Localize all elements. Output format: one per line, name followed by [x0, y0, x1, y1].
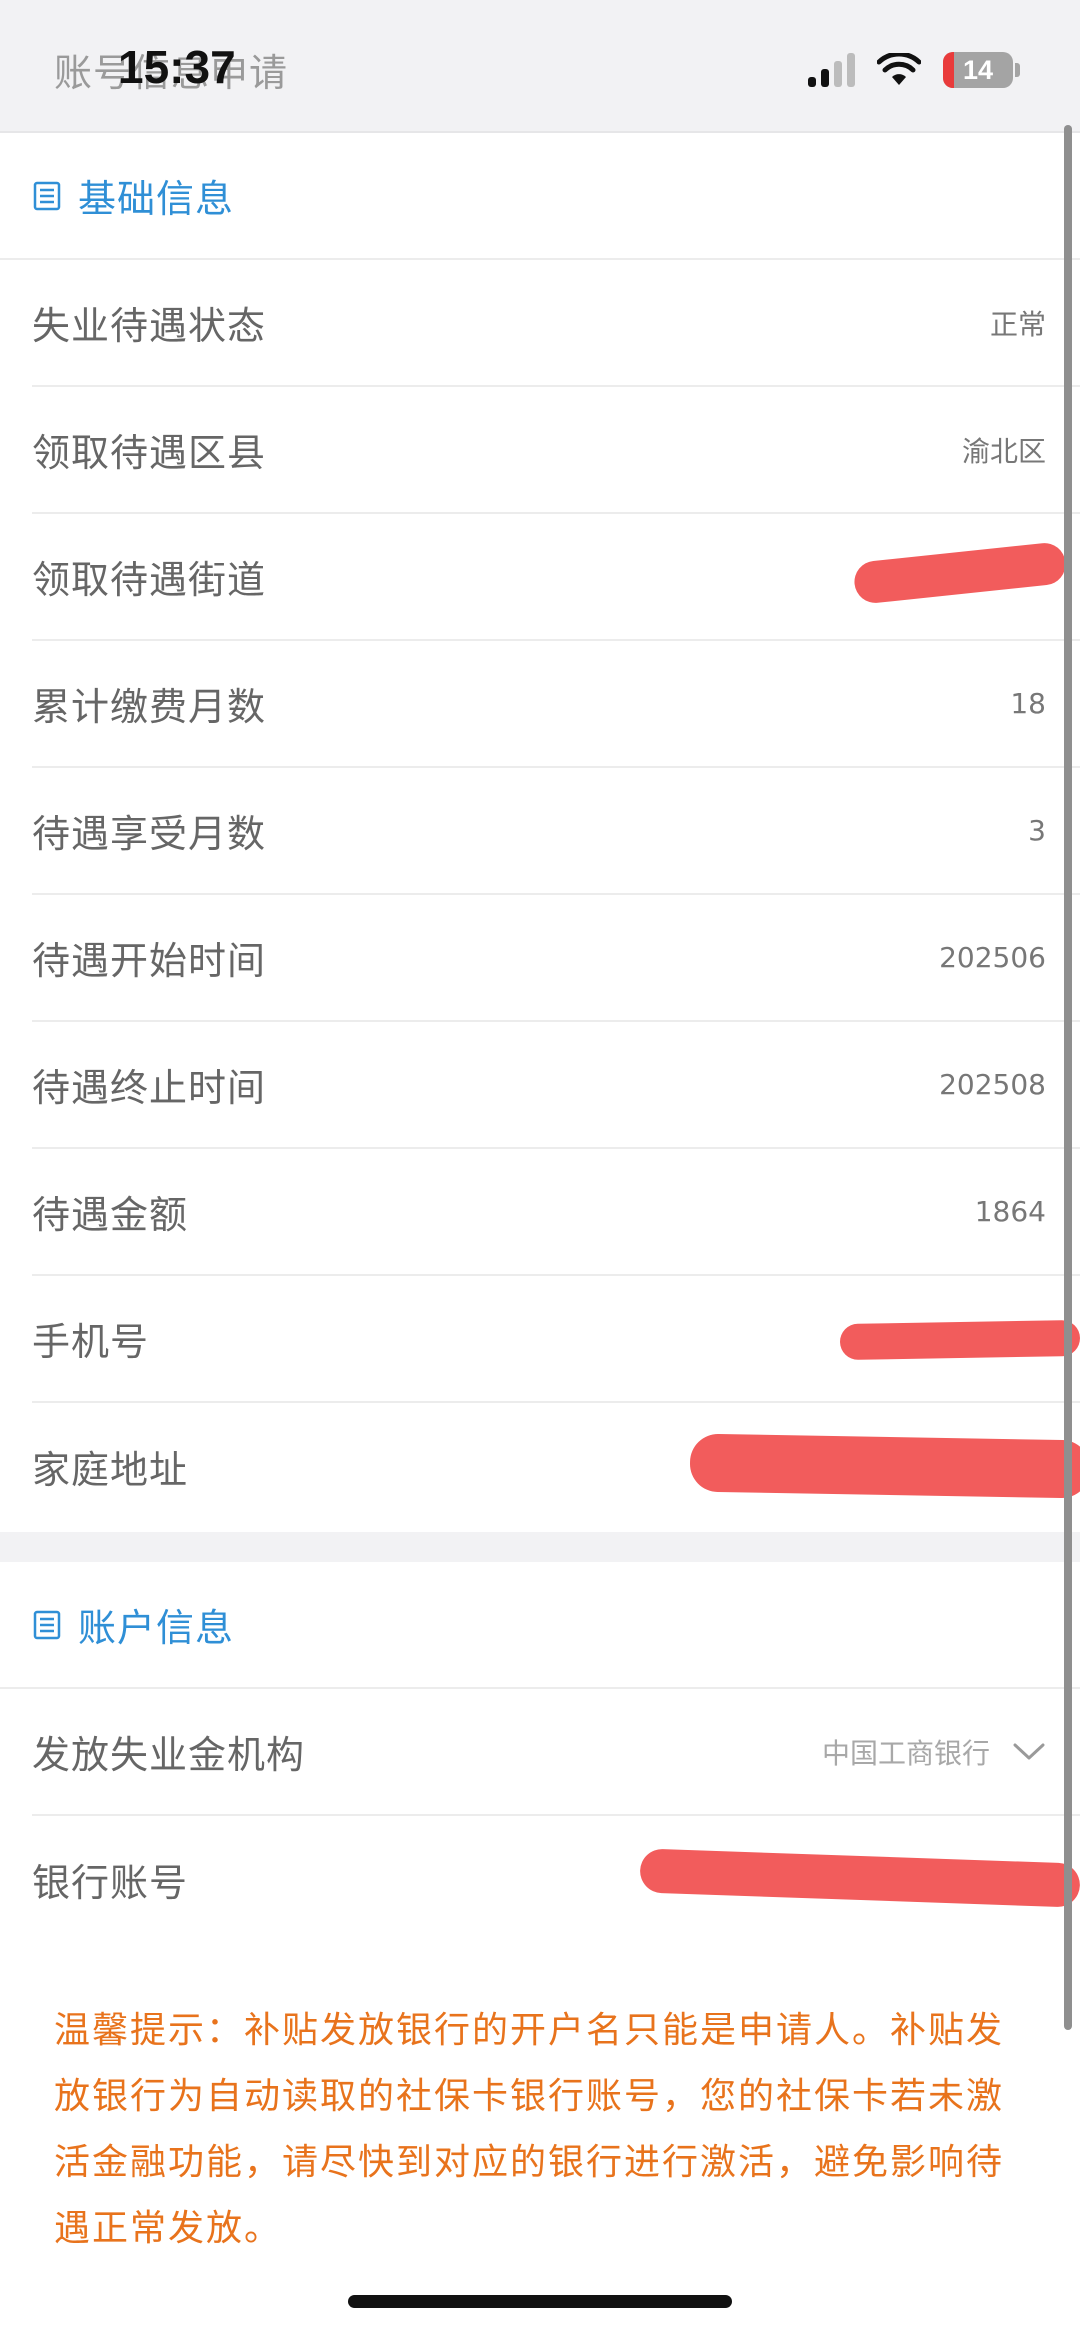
home-indicator[interactable] [348, 2295, 732, 2308]
account-info-section: 账户信息 发放失业金机构 中国工商银行 银行账号 [0, 1562, 1080, 1943]
row-amount: 待遇金额 1864 [32, 1149, 1080, 1276]
chevron-down-icon [1013, 1743, 1045, 1759]
row-label: 失业待遇状态 [32, 304, 267, 348]
section-title: 基础信息 [78, 177, 235, 221]
wifi-icon [877, 53, 921, 85]
battery-tip [1015, 63, 1020, 77]
row-label: 发放失业金机构 [32, 1733, 306, 1777]
cellular-signal-icon [808, 53, 855, 87]
row-phone: 手机号 [32, 1276, 1080, 1403]
row-benefit-months: 待遇享受月数 3 [32, 768, 1080, 895]
row-district: 领取待遇区县 渝北区 [32, 387, 1080, 514]
bank-select-value: 中国工商银行 [821, 1736, 990, 1770]
row-end-time: 待遇终止时间 202508 [32, 1022, 1080, 1149]
row-label: 待遇享受月数 [32, 812, 267, 856]
row-value: 3 [1028, 814, 1046, 847]
status-icons: 14 [808, 52, 1020, 88]
row-home-address: 家庭地址 [32, 1403, 1080, 1530]
row-label: 领取待遇区县 [32, 431, 267, 475]
status-bar: 账号信息申请 15:37 14 [0, 0, 1080, 133]
redaction-mark [689, 1433, 1080, 1499]
redaction-mark [839, 1319, 1080, 1361]
basic-info-header: 基础信息 [0, 133, 1080, 260]
row-bank-account: 银行账号 [32, 1816, 1080, 1943]
row-street: 领取待遇街道 [32, 514, 1080, 641]
row-label: 家庭地址 [32, 1448, 189, 1492]
bank-select[interactable]: 中国工商银行 [822, 1732, 1046, 1772]
battery-icon: 14 [943, 52, 1013, 88]
clock: 15:37 [118, 41, 236, 93]
row-label: 待遇开始时间 [32, 939, 267, 983]
row-paid-months: 累计缴费月数 18 [32, 641, 1080, 768]
row-value: 202506 [939, 941, 1046, 974]
redaction-mark [639, 1848, 1080, 1908]
scrollbar[interactable] [1064, 125, 1072, 2030]
row-value: 1864 [974, 1195, 1046, 1228]
row-value: 202508 [939, 1068, 1046, 1101]
row-label: 领取待遇街道 [32, 558, 267, 602]
account-info-header: 账户信息 [0, 1562, 1080, 1689]
row-start-time: 待遇开始时间 202506 [32, 895, 1080, 1022]
section-title: 账户信息 [78, 1606, 235, 1650]
row-payout-institution[interactable]: 发放失业金机构 中国工商银行 [32, 1689, 1080, 1816]
section-divider [0, 1532, 1080, 1562]
redaction-mark [852, 541, 1068, 605]
document-icon [33, 181, 61, 210]
document-icon [33, 1610, 61, 1639]
warm-tip: 温馨提示：补贴发放银行的开户名只能是申请人。补贴发放银行为自动读取的社保卡银行账… [54, 2010, 1005, 2249]
row-value: 正常 [989, 307, 1046, 341]
row-value: 渝北区 [961, 434, 1046, 468]
row-unemployment-status: 失业待遇状态 正常 [32, 260, 1080, 387]
battery-level: 14 [962, 54, 994, 85]
row-label: 手机号 [32, 1320, 150, 1364]
row-label: 待遇终止时间 [32, 1066, 267, 1110]
row-label: 累计缴费月数 [32, 685, 267, 729]
row-value: 18 [1010, 687, 1046, 720]
row-label: 银行账号 [32, 1861, 189, 1905]
basic-info-section: 基础信息 失业待遇状态 正常 领取待遇区县 渝北区 领取待遇街道 累计缴费月数 … [0, 133, 1080, 1530]
row-label: 待遇金额 [32, 1193, 189, 1237]
